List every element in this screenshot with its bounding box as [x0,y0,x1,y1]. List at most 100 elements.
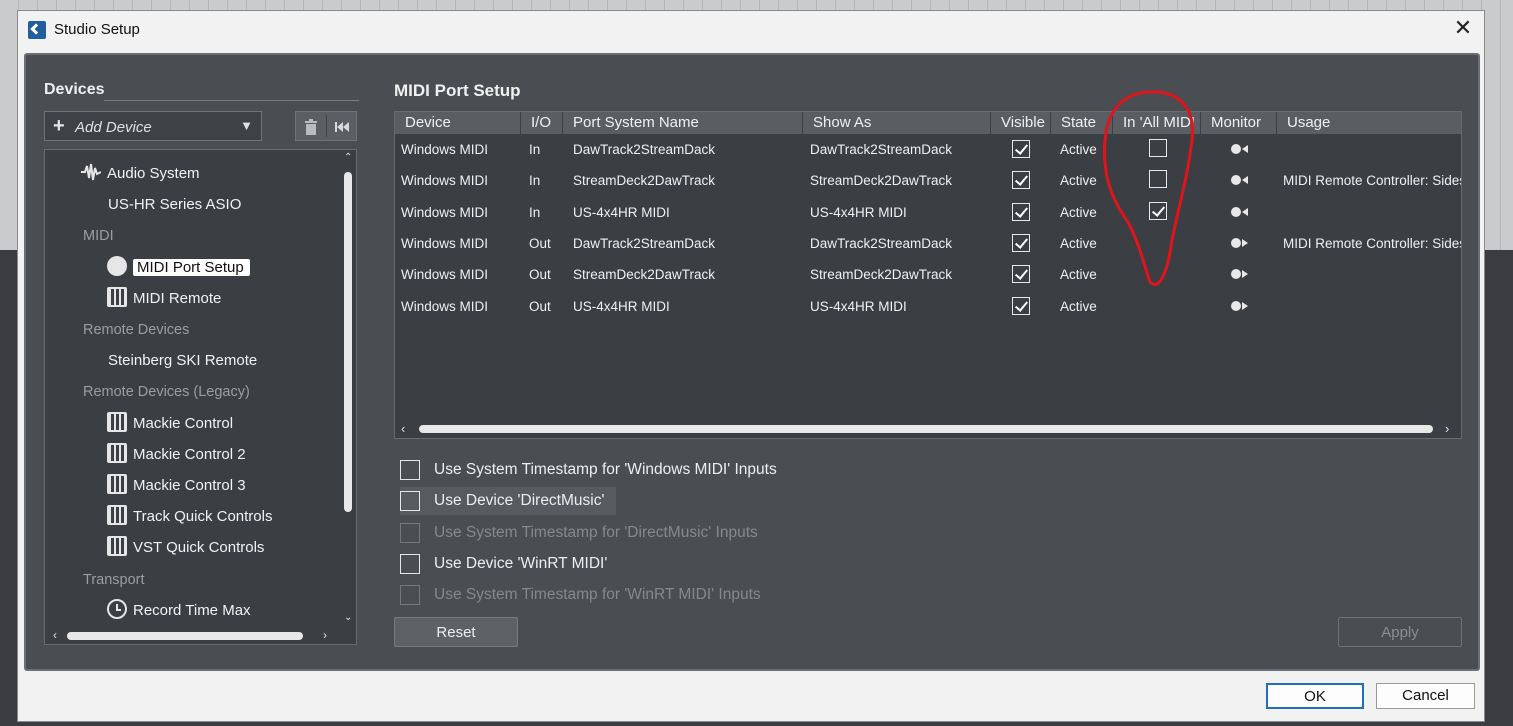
show-as-cell: StreamDeck2DawTrack [810,267,953,283]
show-as-cell: US-4x4HR MIDI [810,298,907,314]
piano-keys-icon [107,474,127,495]
ok-button[interactable]: OK [1266,683,1364,709]
scroll-left-icon[interactable]: ‹ [53,628,57,642]
all-midi-checkbox[interactable] [1149,170,1167,189]
table-row[interactable]: Windows MIDI In DawTrack2StreamDack DawTrac… [395,134,1461,165]
column-header[interactable]: Port System Name [563,112,803,134]
io-cell: In [529,142,541,157]
tree-scroll-thumb[interactable] [344,172,352,512]
tree-item-label: US-HR Series ASIO [108,196,242,214]
table-header: Device I/O Port System Name Show As Visible S… [395,112,1461,134]
table-scroll-thumb[interactable] [419,425,1433,433]
checkbox[interactable] [400,491,420,512]
column-header[interactable]: Show As [803,112,991,134]
column-header[interactable]: State [1051,112,1113,134]
monitor-input-icon[interactable] [1231,173,1251,187]
piano-keys-icon [107,411,127,432]
column-header[interactable]: Monitor [1201,112,1277,134]
reset-button[interactable]: Reset [394,617,518,647]
tree-item[interactable]: Record Time Max [107,597,251,625]
studio-setup-window: Studio Setup ✕ Devices + Add Device ▼ Au… [17,10,1485,722]
tree-item[interactable]: MIDI Remote [107,285,221,313]
tree-item-label: VST Quick Controls [133,539,265,557]
tree-item[interactable]: US-HR Series ASIO [108,191,241,219]
option-label: Use System Timestamp for 'WinRT MIDI' In… [434,586,761,604]
column-header[interactable]: Usage [1277,112,1461,134]
apply-button[interactable]: Apply [1338,617,1462,647]
column-header[interactable]: In 'All MIDI [1113,112,1201,134]
trash-icon[interactable] [296,112,326,140]
tree-item-label: MIDI Remote [133,289,222,307]
tree-item[interactable]: Audio System [81,160,200,188]
scroll-up-icon[interactable]: ⌃ [344,152,352,163]
scroll-right-icon[interactable]: › [1445,421,1449,436]
checkbox[interactable] [400,553,420,574]
tree-item-label: Mackie Control 3 [133,477,246,494]
tree-vertical-scrollbar[interactable]: ⌃ ⌄ [342,152,354,628]
tree-item-label: Record Time Max [133,601,251,619]
reset-device-icon[interactable] [327,112,357,140]
tree-item[interactable]: Mackie Control 2 [107,441,246,469]
scroll-left-icon[interactable]: ‹ [401,421,405,436]
tree-hscroll-thumb[interactable] [67,632,303,640]
checkbox [400,522,420,543]
port-name-cell: StreamDeck2DawTrack [573,173,716,189]
tree-category: Transport [83,571,145,588]
table-row[interactable]: Windows MIDI In US-4x4HR MIDI US-4x4HR MIDI… [395,197,1461,228]
close-icon[interactable]: ✕ [1452,17,1474,39]
device-tools [295,111,357,141]
cancel-button[interactable]: Cancel [1376,683,1475,709]
tree-category: Remote Devices [83,322,190,338]
window-title: Studio Setup [54,21,140,38]
table-row[interactable]: Windows MIDI Out DawTrack2StreamDack DawTra… [395,228,1461,259]
show-as-cell: US-4x4HR MIDI [810,204,907,220]
state-cell: Active [1060,298,1097,314]
tree-item-label: Steinberg SKI Remote [108,352,258,370]
option-checkbox-row[interactable]: Use Device 'DirectMusic' [400,487,616,516]
tree-item[interactable]: Mackie Control [107,410,233,438]
monitor-output-icon[interactable] [1231,267,1251,281]
visible-checkbox[interactable] [1012,171,1030,190]
monitor-input-icon[interactable] [1231,205,1251,219]
show-as-cell: DawTrack2StreamDack [810,142,953,157]
chevron-down-icon: ▼ [240,118,253,133]
column-header[interactable]: I/O [521,112,563,134]
tree-item[interactable]: Mackie Control 3 [107,472,246,500]
state-cell: Active [1060,267,1097,283]
all-midi-checkbox[interactable] [1149,201,1167,220]
visible-checkbox[interactable] [1012,265,1030,284]
all-midi-checkbox[interactable] [1149,139,1167,157]
device-cell: Windows MIDI [401,142,489,157]
scroll-right-icon[interactable]: › [323,628,327,642]
table-row[interactable]: Windows MIDI Out StreamDeck2DawTrack Stream… [395,259,1461,290]
piano-keys-icon [107,505,127,526]
tree-item-label: Track Quick Controls [133,508,273,526]
io-cell: Out [529,235,551,251]
monitor-output-icon[interactable] [1231,299,1251,313]
io-cell: Out [529,298,551,314]
title-bar[interactable]: Studio Setup ✕ [18,11,1484,49]
midi-port-table: Device I/O Port System Name Show As Visible S… [394,111,1462,439]
table-row[interactable]: Windows MIDI In StreamDeck2DawTrack StreamD… [395,165,1461,196]
column-header[interactable]: Visible [991,112,1051,134]
visible-checkbox[interactable] [1012,140,1030,158]
tree-item[interactable]: MIDI Port Setup [107,254,250,282]
monitor-output-icon[interactable] [1231,236,1251,250]
usage-cell [1277,259,1461,290]
tree-item[interactable]: Steinberg SKI Remote [108,347,257,375]
visible-checkbox[interactable] [1012,233,1030,252]
tree-horizontal-scrollbar[interactable]: ‹ › [47,628,337,642]
column-header[interactable]: Device [395,112,521,134]
tree-item[interactable]: VST Quick Controls [107,534,264,562]
scroll-down-icon[interactable]: ⌄ [344,612,352,623]
visible-checkbox[interactable] [1012,296,1030,315]
midi-din-icon [107,255,127,276]
tree-item[interactable]: Track Quick Controls [107,503,272,531]
add-device-dropdown[interactable]: + Add Device ▼ [44,111,262,141]
piano-keys-icon [107,536,127,557]
table-horizontal-scrollbar[interactable]: ‹ › [395,420,1461,438]
checkbox[interactable] [400,460,420,480]
monitor-input-icon[interactable] [1231,142,1251,156]
table-row[interactable]: Windows MIDI Out US-4x4HR MIDI US-4x4HR MID… [395,291,1461,322]
visible-checkbox[interactable] [1012,202,1030,221]
